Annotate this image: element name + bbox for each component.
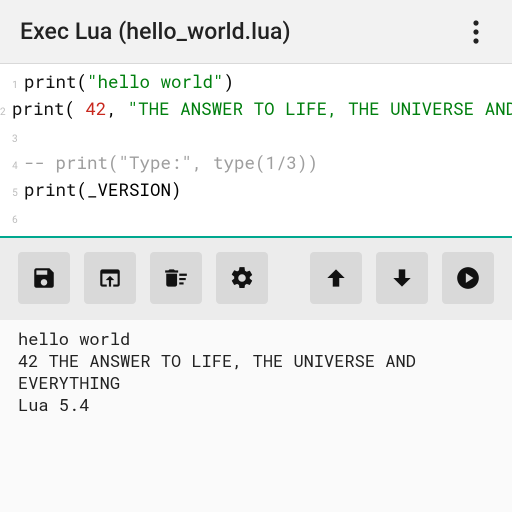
code-line[interactable]: 5print(_VERSION): [0, 178, 512, 205]
overflow-menu-button[interactable]: [460, 16, 492, 48]
open-button[interactable]: [84, 252, 136, 304]
code-line[interactable]: 2print( 42, "THE ANSWER TO LIFE, THE UNI…: [0, 97, 512, 124]
line-number: 6: [0, 208, 24, 232]
output-console: hello world 42 THE ANSWER TO LIFE, THE U…: [0, 320, 512, 424]
settings-button[interactable]: [216, 252, 268, 304]
code-text: [24, 205, 512, 229]
code-text: print("hello world"): [24, 70, 512, 94]
app-bar: Exec Lua (hello_world.lua): [0, 0, 512, 64]
gear-icon: [229, 265, 255, 291]
line-number: 2: [0, 100, 12, 124]
app-title: Exec Lua (hello_world.lua): [20, 18, 460, 45]
down-button[interactable]: [376, 252, 428, 304]
up-button[interactable]: [310, 252, 362, 304]
arrow-up-icon: [323, 265, 349, 291]
run-button[interactable]: [442, 252, 494, 304]
line-number: 3: [0, 127, 24, 151]
code-line[interactable]: 3: [0, 124, 512, 151]
code-line[interactable]: 6: [0, 205, 512, 232]
code-text: -- print("Type:", type(1/3)): [24, 151, 512, 175]
open-icon: [97, 265, 123, 291]
clear-button[interactable]: [150, 252, 202, 304]
save-button[interactable]: [18, 252, 70, 304]
code-editor[interactable]: 1print("hello world")2print( 42, "THE AN…: [0, 64, 512, 236]
code-text: print(_VERSION): [24, 178, 512, 202]
more-vert-icon: [473, 20, 479, 44]
code-line[interactable]: 4-- print("Type:", type(1/3)): [0, 151, 512, 178]
line-number: 1: [0, 73, 24, 97]
delete-sweep-icon: [163, 265, 189, 291]
save-icon: [31, 265, 57, 291]
toolbar: [0, 238, 512, 320]
line-number: 4: [0, 154, 24, 178]
play-circle-icon: [455, 265, 481, 291]
code-text: print( 42, "THE ANSWER TO LIFE, THE UNIV…: [12, 97, 512, 121]
code-text: [24, 124, 512, 148]
arrow-down-icon: [389, 265, 415, 291]
code-line[interactable]: 1print("hello world"): [0, 70, 512, 97]
line-number: 5: [0, 181, 24, 205]
